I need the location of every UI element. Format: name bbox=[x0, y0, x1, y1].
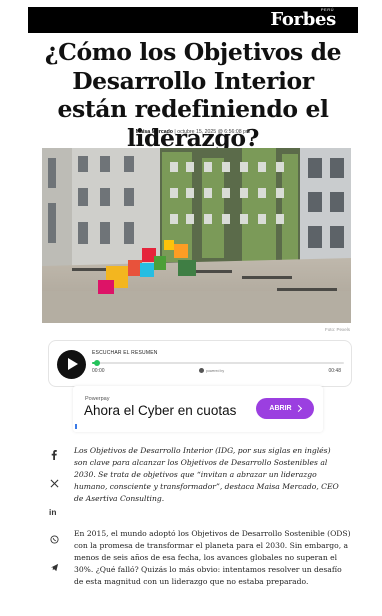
article-paragraph: En 2015, el mundo adoptó los Objetivos d… bbox=[74, 529, 351, 586]
ad-brand: Powerpay bbox=[85, 396, 110, 402]
linkedin-icon[interactable]: in bbox=[46, 505, 62, 517]
audio-current-time: 00:00 bbox=[92, 368, 105, 374]
ad-banner[interactable]: Powerpay Ahora el Cyber en cuotas ABRIR bbox=[73, 386, 323, 432]
x-icon[interactable] bbox=[46, 477, 62, 489]
facebook-icon[interactable] bbox=[46, 449, 62, 461]
audio-summary-player: ESCUCHAR EL RESUMEN 00:00 powered by 00:… bbox=[48, 340, 352, 387]
audio-progress-handle[interactable] bbox=[94, 360, 101, 366]
chevron-right-icon bbox=[294, 404, 302, 413]
article-intro: Los Objetivos de Desarrollo Interior (ID… bbox=[74, 446, 339, 503]
ad-open-button[interactable]: ABRIR bbox=[256, 398, 314, 419]
publish-date: | octubre 15, 2025 @ 6:56:08 pm bbox=[174, 129, 251, 135]
svg-text:in: in bbox=[49, 507, 56, 516]
play-button[interactable] bbox=[57, 350, 86, 379]
whatsapp-icon[interactable] bbox=[46, 533, 62, 545]
ad-button-label: ABRIR bbox=[269, 405, 292, 412]
top-bar: PERÚ Forbes bbox=[28, 7, 358, 33]
ad-info-marker bbox=[75, 424, 77, 429]
byline: Maisa Mercado | octubre 15, 2025 @ 6:56:… bbox=[36, 129, 350, 135]
hero-image bbox=[42, 148, 351, 323]
photo-credit: Foto: Pexels bbox=[324, 327, 350, 332]
forbes-logo[interactable]: Forbes bbox=[270, 9, 336, 30]
audio-progress-track[interactable] bbox=[92, 360, 344, 366]
telegram-icon[interactable] bbox=[46, 561, 62, 573]
author-name[interactable]: Maisa Mercado bbox=[136, 129, 173, 135]
ad-headline: Ahora el Cyber en cuotas bbox=[84, 403, 237, 418]
audio-label: ESCUCHAR EL RESUMEN bbox=[92, 350, 158, 356]
provider-logo-icon bbox=[199, 368, 204, 373]
powered-by: powered by bbox=[199, 368, 224, 373]
audio-total-time: 00:48 bbox=[328, 368, 341, 374]
powered-by-label: powered by bbox=[206, 368, 225, 373]
